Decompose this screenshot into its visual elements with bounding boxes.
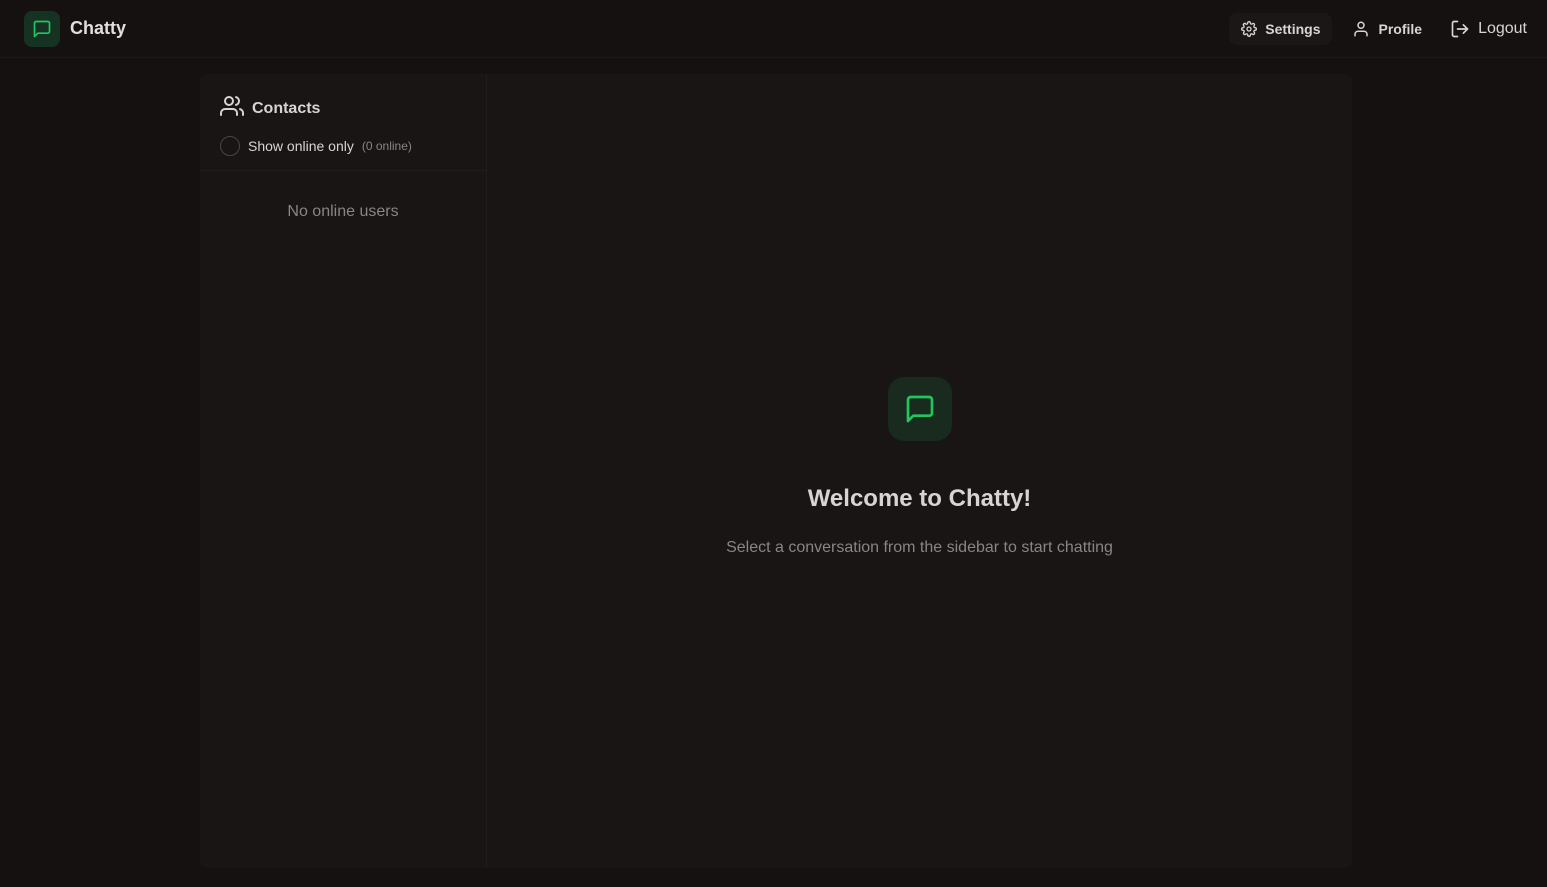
- contacts-title: Contacts: [220, 94, 466, 123]
- welcome-title: Welcome to Chatty!: [807, 485, 1032, 512]
- logout-label: Logout: [1478, 19, 1527, 37]
- no-chat-selected: Welcome to Chatty! Select a conversation…: [487, 74, 1352, 868]
- empty-contacts-message: No online users: [287, 203, 399, 220]
- navbar: Chatty Settings Profile Logout: [0, 0, 1547, 58]
- contacts-sidebar: Contacts Show online only (0 online) No …: [200, 74, 487, 868]
- profile-button[interactable]: Profile: [1340, 13, 1434, 45]
- brand-home-link[interactable]: Chatty: [24, 10, 127, 47]
- gear-icon: [1241, 20, 1258, 37]
- logout-icon: [1450, 19, 1470, 39]
- welcome-subtitle: Select a conversation from the sidebar t…: [726, 539, 1113, 556]
- message-square-icon: [24, 10, 60, 47]
- sidebar-header: Contacts Show online only (0 online): [200, 74, 486, 171]
- profile-label: Profile: [1378, 20, 1423, 37]
- contacts-title-label: Contacts: [252, 99, 321, 117]
- settings-label: Settings: [1265, 20, 1321, 37]
- app-name: Chatty: [70, 18, 127, 38]
- message-square-icon: [887, 377, 952, 441]
- nav-actions: Settings Profile Logout: [1229, 12, 1531, 45]
- online-count: (0 online): [361, 139, 412, 153]
- logout-button[interactable]: Logout: [1442, 13, 1531, 45]
- settings-button[interactable]: Settings: [1229, 12, 1333, 45]
- user-icon: [1352, 20, 1370, 38]
- show-online-checkbox[interactable]: [220, 136, 240, 156]
- show-online-label[interactable]: Show online only: [248, 138, 354, 154]
- users-icon: [220, 94, 244, 123]
- online-filter: Show online only (0 online): [220, 136, 466, 156]
- chat-container: Contacts Show online only (0 online) No …: [200, 74, 1352, 868]
